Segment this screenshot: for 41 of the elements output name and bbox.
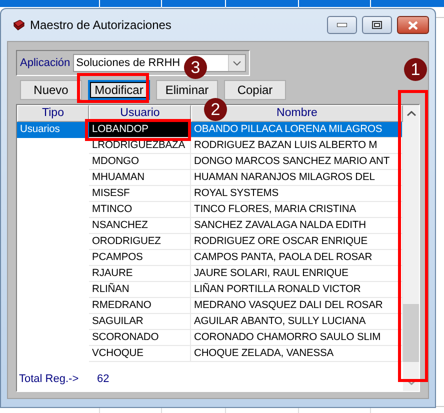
toolbar-button[interactable]: Copiar xyxy=(224,80,286,100)
table-cell: MHUAMAN xyxy=(89,170,191,186)
table-cell: RJAURE xyxy=(89,266,191,282)
table-cell: PCAMPOS xyxy=(89,250,191,266)
window-title: Maestro de Autorizaciones xyxy=(30,18,172,32)
table-cell: CAMPOS PANTA, PAOLA DEL ROSAR xyxy=(191,250,403,266)
table-cell: LIÑAN PORTILLA RONALD VICTOR xyxy=(191,282,403,298)
selected-row[interactable]: Usuarios LOBANDOP OBANDO PILLACA LORENA MILAGROS xyxy=(17,122,403,138)
table-cell: Usuarios xyxy=(17,122,89,138)
table-cell: RLIÑAN xyxy=(89,282,191,298)
table-cell: ORODRIGUEZ xyxy=(89,234,191,250)
table-cell: MDONGO xyxy=(89,154,191,170)
column-header[interactable]: Tipo xyxy=(17,105,89,122)
toolbar-button[interactable]: Modificar xyxy=(88,80,150,100)
application-label: Aplicación xyxy=(20,57,70,69)
table-cell: SAGUILAR xyxy=(89,314,191,330)
table-cell: ROYAL SYSTEMS xyxy=(191,186,403,202)
table-cell: DONGO MARCOS SANCHEZ MARIO ANT xyxy=(191,154,403,170)
table-cell: LRODRIGUEZBAZA xyxy=(89,138,191,154)
table-cell: LOBANDOP xyxy=(89,122,191,138)
table-cell: CHOQUE ZELADA, VANESSA xyxy=(191,346,403,362)
total-label: Total Reg.-> xyxy=(19,373,80,385)
total-value: 62 xyxy=(97,373,110,385)
table-cell: MEDRANO VASQUEZ DALI DEL ROSAR xyxy=(191,298,403,314)
table-cell: SANCHEZ ZAVALAGA NALDA EDITH xyxy=(191,218,403,234)
table-cell: AGUILAR ABANTO, SULLY LUCIANA xyxy=(191,314,403,330)
table-cell: MISESF xyxy=(89,186,191,202)
table-cell: SCORONADO xyxy=(89,330,191,346)
table-cell: OBANDO PILLACA LORENA MILAGROS xyxy=(191,122,403,138)
table-cell: VCHOQUE xyxy=(89,346,191,362)
table-cell: RODRIGUEZ ORE OSCAR ENRIQUE xyxy=(191,234,403,250)
table-cell: RMEDRANO xyxy=(89,298,191,314)
table-cell: TINCO FLORES, MARIA CRISTINA xyxy=(191,202,403,218)
table-cell: MTINCO xyxy=(89,202,191,218)
table-cell: NSANCHEZ xyxy=(89,218,191,234)
toolbar-button[interactable]: Eliminar xyxy=(156,80,218,100)
toolbar-button[interactable]: Nuevo xyxy=(20,80,82,100)
table-cell: HUAMAN NARANJOS MILAGROS DEL xyxy=(191,170,403,186)
table-cell: JAURE SOLARI, RAUL ENRIQUE xyxy=(191,266,403,282)
table-cell: RODRIGUEZ BAZAN LUIS ALBERTO M xyxy=(191,138,403,154)
table-cell: CORONADO CHAMORRO SAULO SLIM xyxy=(191,330,403,346)
